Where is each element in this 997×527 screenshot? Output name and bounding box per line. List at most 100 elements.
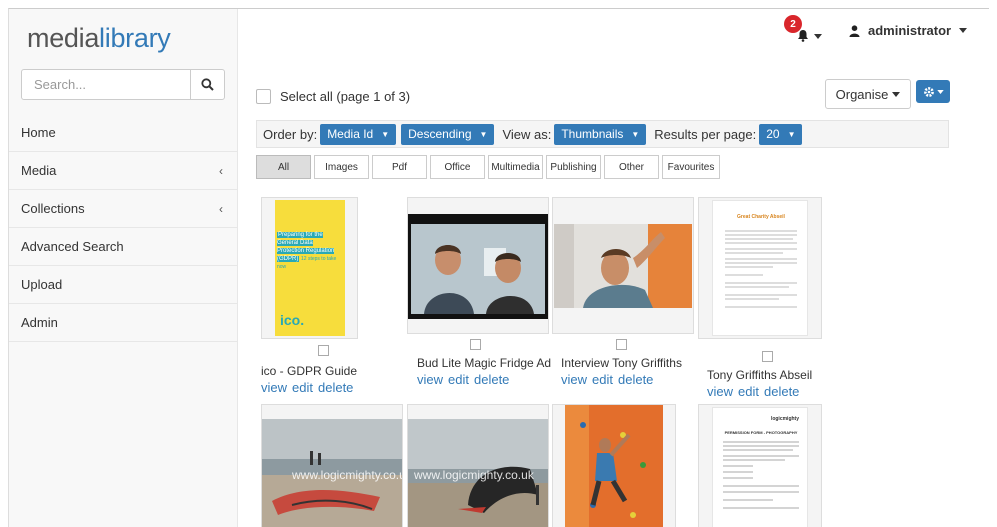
preview-heading: PERMISSION FORM - PHOTOGRAPHY <box>724 430 798 435</box>
media-thumbnail[interactable]: www.logicmighty.co.uk <box>407 404 549 527</box>
order-bar: Order by: Media Id ▼ Descending ▼ View as:… <box>256 120 949 148</box>
caret-down-icon: ▼ <box>479 129 488 139</box>
delete-link[interactable]: delete <box>764 384 799 399</box>
sidebar-item-label: Advanced Search <box>21 239 124 254</box>
bell-icon <box>798 30 808 42</box>
sidebar-item-upload[interactable]: Upload <box>9 266 237 304</box>
document-preview: Great Charity Abseil <box>712 200 808 336</box>
media-thumbnail[interactable]: Preparing for the General Data Protectio… <box>261 197 358 339</box>
caret-down-icon: ▼ <box>787 129 796 139</box>
media-select-checkbox[interactable] <box>470 339 481 350</box>
results-per-page-select[interactable]: 20 ▼ <box>759 123 803 145</box>
tab-favourites[interactable]: Favourites <box>662 155 720 179</box>
media-card: Preparing for the General Data Protectio… <box>261 197 358 395</box>
sidebar-item-advanced-search[interactable]: Advanced Search <box>9 228 237 266</box>
username: administrator <box>868 23 952 38</box>
tab-pdf[interactable]: Pdf <box>372 155 427 179</box>
sidebar-nav: Home Media ‹ Collections ‹ Advanced Search… <box>9 114 237 342</box>
view-link[interactable]: view <box>561 372 587 387</box>
ico-logo: ico. <box>280 312 305 328</box>
document-preview: logicmighty PERMISSION FORM - PHOTOGRAPH… <box>712 407 808 527</box>
sidebar-item-label: Media <box>21 163 57 178</box>
delete-link[interactable]: delete <box>474 372 509 387</box>
media-select-checkbox[interactable] <box>616 339 627 350</box>
sidebar-item-label: Home <box>21 125 56 140</box>
preview-text: Preparing for the General Data Protectio… <box>277 231 341 271</box>
select-all-checkbox[interactable] <box>256 89 271 104</box>
document-lines <box>723 441 799 509</box>
notifications-button[interactable]: 2 <box>784 15 829 45</box>
tab-publishing[interactable]: Publishing <box>546 155 601 179</box>
select-all[interactable]: Select all (page 1 of 3) <box>256 89 410 104</box>
gear-icon <box>923 86 934 97</box>
media-thumbnail[interactable] <box>552 197 694 334</box>
sidebar-item-collections[interactable]: Collections ‹ <box>9 190 237 228</box>
watermark: www.logicmighty.co.uk <box>292 468 403 482</box>
edit-link[interactable]: edit <box>738 384 759 399</box>
media-select-checkbox[interactable] <box>318 345 329 356</box>
sidebar-item-admin[interactable]: Admin <box>9 304 237 342</box>
media-thumbnail[interactable]: Great Charity Abseil <box>698 197 822 339</box>
media-card: www.logicmighty.co.uk <box>407 404 549 527</box>
media-thumbnail[interactable] <box>552 404 676 527</box>
view-as-select[interactable]: Thumbnails ▼ <box>554 123 647 145</box>
watermark: www.logicmighty.co.uk <box>414 468 534 482</box>
view-link[interactable]: view <box>261 380 287 395</box>
sidebar-item-media[interactable]: Media ‹ <box>9 152 237 190</box>
video-still <box>408 214 548 319</box>
edit-link[interactable]: edit <box>448 372 469 387</box>
media-thumbnail[interactable]: www.logicmighty.co.uk <box>261 404 403 527</box>
media-card <box>552 404 676 527</box>
tab-multimedia[interactable]: Multimedia <box>488 155 543 179</box>
media-title: Interview Tony Griffiths <box>561 356 682 370</box>
filter-tabs: All Images Pdf Office Multimedia Publish… <box>256 155 720 179</box>
view-link[interactable]: view <box>707 384 733 399</box>
view-as-label: View as: <box>502 126 552 142</box>
organise-button[interactable]: Organise <box>825 79 911 109</box>
tab-images[interactable]: Images <box>314 155 369 179</box>
caret-down-icon: ▼ <box>631 129 640 139</box>
search-button[interactable] <box>190 69 225 100</box>
settings-button[interactable] <box>916 80 950 103</box>
order-direction-select[interactable]: Descending ▼ <box>401 123 495 145</box>
sidebar: medialibrary Home Media ‹ Collections ‹ Ad… <box>9 9 238 527</box>
view-link[interactable]: view <box>417 372 443 387</box>
tab-all[interactable]: All <box>256 155 311 179</box>
tab-office[interactable]: Office <box>430 155 485 179</box>
media-card: Bud Lite Magic Fridge Ad view edit delete <box>407 197 551 387</box>
media-actions: view edit delete <box>417 372 514 387</box>
app-logo[interactable]: medialibrary <box>27 23 171 54</box>
caret-down-icon <box>936 89 944 94</box>
chevron-left-icon: ‹ <box>219 201 223 216</box>
search-input[interactable] <box>21 69 191 100</box>
delete-link[interactable]: delete <box>318 380 353 395</box>
media-thumbnail[interactable] <box>407 197 549 334</box>
edit-link[interactable]: edit <box>592 372 613 387</box>
photo-climbing-wall <box>553 405 675 527</box>
media-select-checkbox[interactable] <box>762 351 773 362</box>
logo-text-library: library <box>99 23 171 53</box>
user-menu[interactable]: administrator <box>849 23 968 38</box>
search-box <box>21 69 225 100</box>
app-window: medialibrary Home Media ‹ Collections ‹ Ad… <box>8 8 989 527</box>
tab-other[interactable]: Other <box>604 155 659 179</box>
sidebar-item-label: Collections <box>21 201 85 216</box>
select-all-label: Select all (page 1 of 3) <box>280 89 411 104</box>
document-lines <box>725 230 797 308</box>
media-actions: view edit delete <box>561 372 658 387</box>
organise-label: Organise <box>835 86 889 102</box>
search-icon <box>201 78 214 91</box>
sidebar-item-home[interactable]: Home <box>9 114 237 152</box>
edit-link[interactable]: edit <box>292 380 313 395</box>
media-actions: view edit delete <box>261 380 358 395</box>
view-as-value: Thumbnails <box>561 127 624 141</box>
chevron-left-icon: ‹ <box>219 163 223 178</box>
media-title: Tony Griffiths Abseil <box>707 368 813 382</box>
delete-link[interactable]: delete <box>618 372 653 387</box>
order-by-value: Media Id <box>327 127 374 141</box>
media-thumbnail[interactable]: logicmighty PERMISSION FORM - PHOTOGRAPH… <box>698 404 822 527</box>
preview-heading: Great Charity Abseil <box>737 214 785 220</box>
media-card: www.logicmighty.co.uk <box>261 404 403 527</box>
caret-down-icon: ▼ <box>381 129 390 139</box>
order-by-select[interactable]: Media Id ▼ <box>320 123 397 145</box>
